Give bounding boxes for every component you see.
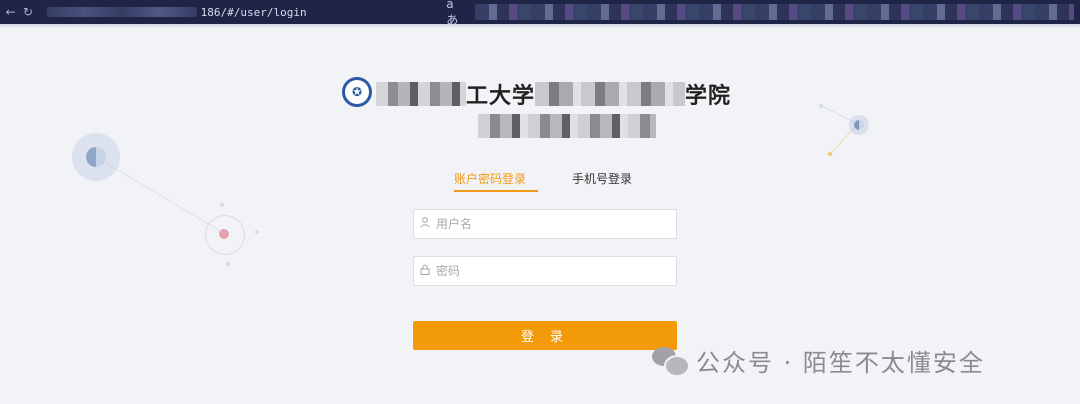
title-redacted (535, 82, 686, 106)
password-field[interactable] (413, 256, 677, 286)
user-icon (414, 217, 436, 231)
decor-dot-yellow (828, 152, 832, 156)
active-tab-indicator (454, 190, 538, 192)
tab-phone[interactable]: 手机号登录 (572, 170, 632, 187)
lock-icon (414, 264, 436, 278)
username-field[interactable] (413, 209, 677, 239)
login-tabs: 账户密码登录 手机号登录 (440, 168, 660, 194)
username-input[interactable] (436, 211, 676, 237)
decor-dot (255, 230, 259, 234)
decor-node-core (86, 147, 106, 167)
page-title: 工大学 学院 (376, 80, 732, 109)
watermark-text: 公众号 · 陌笙不太懂安全 (696, 348, 985, 377)
password-input[interactable] (436, 258, 676, 284)
login-button[interactable]: 登 录 (413, 321, 677, 350)
title-text-part1: 工大学 (466, 84, 536, 109)
decor-node-core (854, 120, 864, 130)
decor-dot (220, 203, 224, 207)
subtitle-redacted (478, 114, 656, 138)
title-redacted (376, 82, 466, 106)
title-text-part2: 学院 (685, 84, 732, 109)
tab-account-password[interactable]: 账户密码登录 (454, 170, 526, 187)
decor-dot (226, 262, 230, 266)
watermark: 公众号 · 陌笙不太懂安全 (652, 340, 985, 380)
wechat-icon (652, 345, 690, 377)
school-logo: ✪ (342, 77, 372, 107)
decor-dot-pink (219, 229, 229, 239)
decor-dot (819, 104, 823, 108)
